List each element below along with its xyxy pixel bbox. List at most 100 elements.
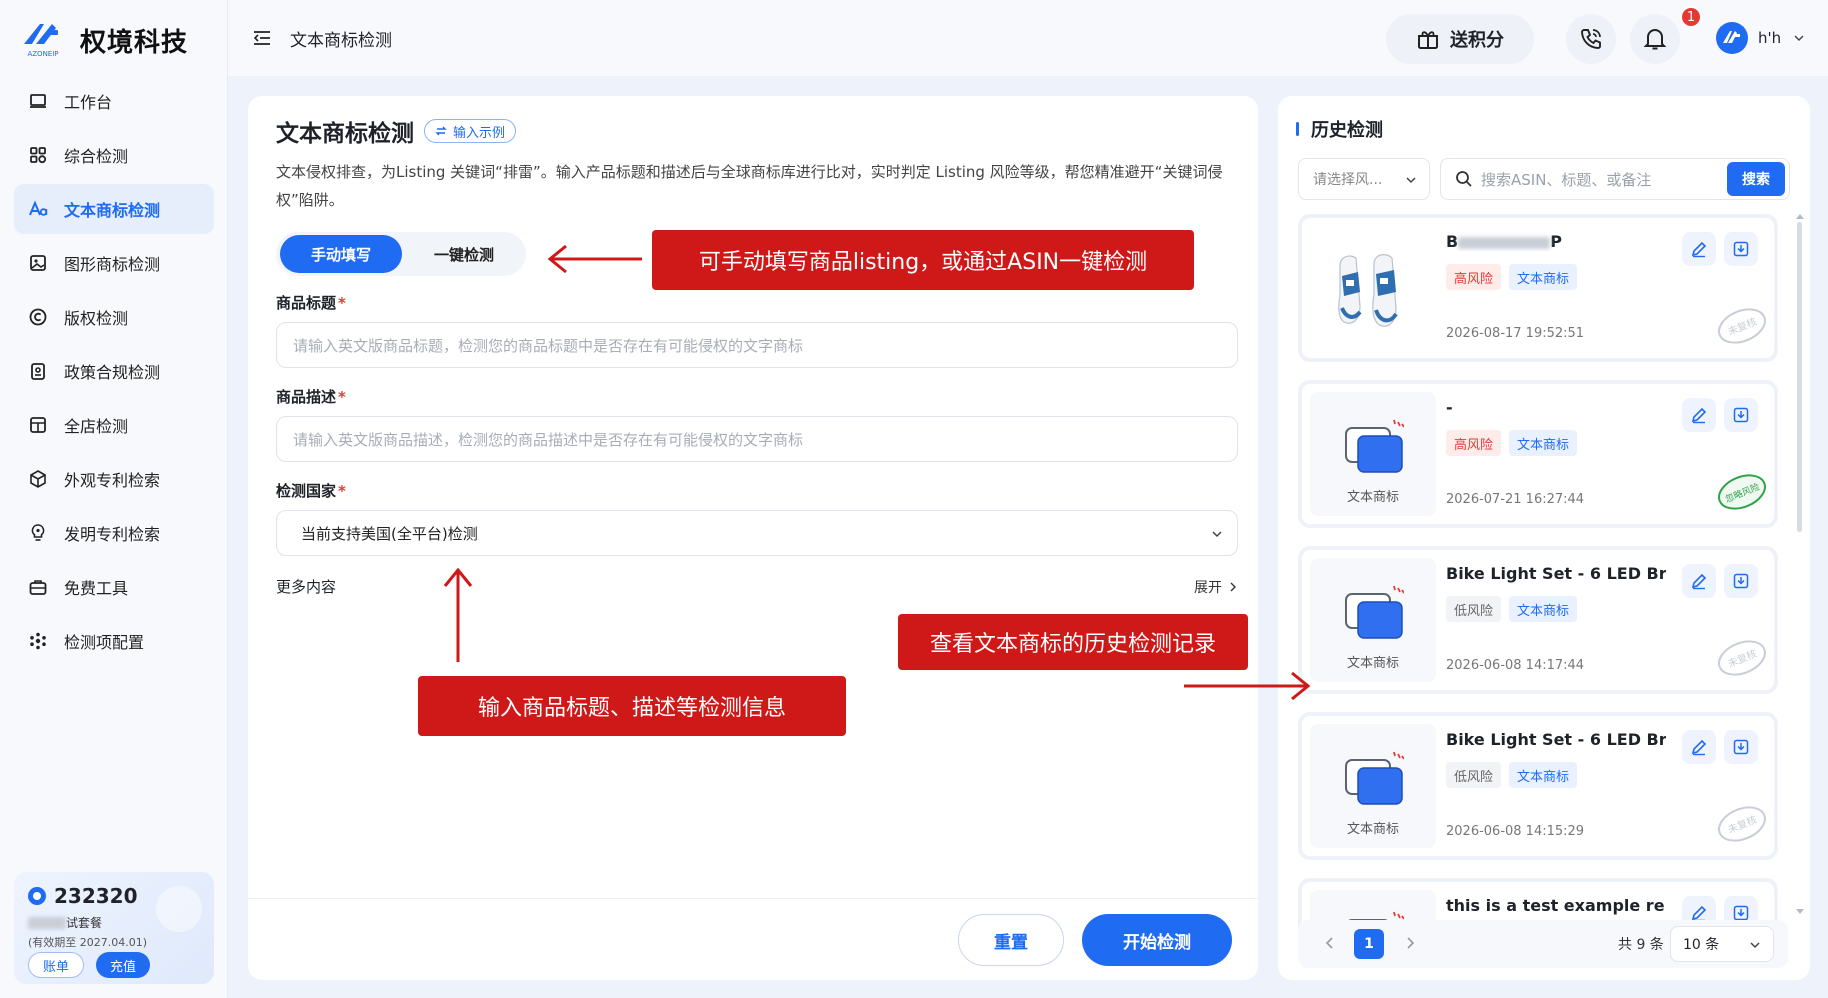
history-card[interactable]: 文本商标 Bike Light Set - 6 LED Bri... 低风险 文… — [1298, 546, 1778, 694]
page-description: 文本侵权排查，为Listing 关键词“排雷”。输入产品标题和描述后与全球商标库… — [276, 163, 1223, 209]
sidebar-item-design-patent[interactable]: 外观专利检索 — [14, 454, 214, 504]
page-size-select[interactable]: 10 条 — [1670, 926, 1774, 962]
scroll-up-arrow[interactable] — [1795, 212, 1805, 220]
sidebar-item-copyright[interactable]: 版权检测 — [14, 292, 214, 342]
azoneip-logo-icon: AZONEIP — [18, 20, 68, 60]
country-select[interactable]: 当前支持美国(全平台)检测 — [276, 510, 1238, 556]
edit-note-button[interactable] — [1682, 398, 1716, 432]
recharge-button[interactable]: 充值 — [96, 952, 151, 978]
edit-note-button[interactable] — [1682, 232, 1716, 266]
start-check-button[interactable]: 开始检测 — [1082, 914, 1232, 966]
search-button[interactable]: 搜索 — [1727, 162, 1785, 196]
expand-button[interactable]: 展开 — [1194, 576, 1238, 597]
required-mark: * — [338, 294, 346, 312]
gift-icon — [1418, 31, 1438, 49]
page-button-current[interactable]: 1 — [1354, 929, 1384, 959]
history-card[interactable]: 文本商标 - 高风险 文本商标 2026-07-21 16:27:44 忽略风险 — [1298, 380, 1778, 528]
download-button[interactable] — [1724, 398, 1758, 432]
tab-manual-input[interactable]: 手动填写 — [280, 235, 402, 273]
history-scrollbar[interactable] — [1797, 222, 1802, 532]
points-card: 232320 试套餐 (有效期至 2027.04.01) 账单 充值 — [14, 872, 214, 984]
text-trademark-thumb-icon — [1345, 419, 1404, 473]
review-status-stamp: 未复核 — [1718, 806, 1766, 842]
edit-note-button[interactable] — [1682, 730, 1716, 764]
type-badge: 文本商标 — [1509, 596, 1578, 622]
sidebar-item-label: 检测项配置 — [64, 633, 145, 652]
menu-fold-icon[interactable] — [252, 28, 272, 48]
risk-level-select[interactable]: 请选择风... — [1298, 158, 1430, 200]
brand-name: 权境科技 — [80, 27, 189, 58]
sidebar-item-store[interactable]: 全店检测 — [14, 400, 214, 450]
image-icon — [28, 253, 48, 273]
cube-icon — [28, 469, 48, 489]
page-title: 文本商标检测 — [276, 121, 414, 147]
chevron-right-icon[interactable] — [1404, 936, 1416, 950]
sidebar-item-label: 外观专利检索 — [64, 471, 161, 490]
bell-icon — [1643, 29, 1667, 50]
sidebar-item-check-config[interactable]: 检测项配置 — [14, 616, 214, 666]
history-panel: 历史检测 请选择风... 搜索ASIN、标题、或备注 搜索 B P 高风险 文本… — [1278, 96, 1810, 980]
record-title: Bike Light Set - 6 LED Bri... — [1446, 564, 1666, 583]
chevron-down-icon — [1212, 531, 1222, 538]
notification-button[interactable] — [1630, 14, 1680, 64]
sidebar-item-label: 全店检测 — [64, 417, 129, 436]
brand-logo[interactable]: AZONEIP 权境科技 — [18, 18, 188, 62]
sidebar-item-label: 综合检测 — [64, 147, 129, 166]
more-content-label: 更多内容 — [276, 578, 337, 596]
country-field-label: 检测国家 * — [276, 482, 346, 500]
copyright-icon — [28, 307, 48, 327]
points-card-decoration — [156, 886, 202, 932]
user-menu[interactable]: h'h — [1716, 22, 1805, 54]
sidebar-item-text-trademark[interactable]: 文本商标检测 — [14, 184, 214, 234]
sidebar-item-workbench[interactable]: 工作台 — [14, 76, 214, 126]
package-expiry: (有效期至 2027.04.01) — [28, 936, 148, 949]
bulb-icon — [28, 523, 48, 543]
type-badge: 文本商标 — [1509, 762, 1578, 788]
type-badge: 文本商标 — [1509, 430, 1578, 456]
points-coin-icon — [28, 887, 46, 905]
text-trademark-form-panel: 文本商标检测 输入示例 文本侵权排查，为Listing 关键词“排雷”。输入产品… — [248, 96, 1258, 980]
product-description-input[interactable]: 请输入英文版商品描述，检测您的商品描述中是否存在有可能侵权的文字商标 — [276, 416, 1238, 462]
required-mark: * — [338, 482, 346, 500]
history-card[interactable]: BP 高风险 文本商标 2026-08-17 19:52:51 未复核 — [1298, 214, 1778, 362]
sidebar-item-comprehensive[interactable]: 综合检测 — [14, 130, 214, 180]
text-trademark-thumb-icon — [1345, 751, 1404, 805]
product-title-input[interactable]: 请输入英文版商品标题，检测您的商品标题中是否存在有可能侵权的文字商标 — [276, 322, 1238, 368]
record-title: BP — [1446, 232, 1562, 251]
download-button[interactable] — [1724, 564, 1758, 598]
gift-points-button[interactable]: 送积分 — [1386, 14, 1534, 64]
chevron-left-icon[interactable] — [1324, 936, 1336, 950]
history-title: 历史检测 — [1296, 116, 1383, 142]
bill-button[interactable]: 账单 — [28, 952, 85, 978]
risk-badge: 低风险 — [1446, 596, 1502, 622]
edit-note-button[interactable] — [1682, 564, 1716, 598]
sidebar-item-label: 工作台 — [64, 93, 113, 112]
type-badge: 文本商标 — [1509, 264, 1578, 290]
sidebar-item-invention-patent[interactable]: 发明专利检索 — [14, 508, 214, 558]
footer-divider — [248, 898, 1258, 899]
avatar — [1716, 22, 1748, 54]
download-button[interactable] — [1724, 232, 1758, 266]
reset-button[interactable]: 重置 — [958, 914, 1064, 966]
tab-one-click-check[interactable]: 一键检测 — [404, 232, 524, 276]
history-card[interactable]: 文本商标 Bike Light Set - 6 LED Bri... 低风险 文… — [1298, 712, 1778, 860]
annotation-mode-tip: 可手动填写商品listing，或通过ASIN一键检测 — [652, 230, 1194, 290]
record-title-redacted — [1458, 236, 1551, 249]
sidebar-item-policy[interactable]: 政策合规检测 — [14, 346, 214, 396]
grid-icon — [28, 145, 48, 165]
sidebar: AZONEIP 权境科技 工作台 综合检测 文本商标检测 图形商标检测 版权检测… — [0, 0, 228, 998]
contact-phone-button[interactable] — [1566, 14, 1616, 64]
search-input[interactable]: 搜索ASIN、标题、或备注 — [1481, 169, 1727, 190]
scroll-down-arrow[interactable] — [1795, 908, 1805, 916]
annotation-history-tip: 查看文本商标的历史检测记录 — [898, 614, 1248, 670]
record-time: 2026-07-21 16:27:44 — [1446, 492, 1585, 507]
download-button[interactable] — [1724, 730, 1758, 764]
record-title: - — [1446, 398, 1453, 417]
thumb-label: 文本商标 — [1346, 822, 1399, 837]
svg-text:未复核: 未复核 — [1726, 813, 1759, 836]
history-search: 搜索ASIN、标题、或备注 搜索 — [1440, 158, 1790, 200]
input-example-button[interactable]: 输入示例 — [424, 119, 517, 143]
sidebar-item-image-trademark[interactable]: 图形商标检测 — [14, 238, 214, 288]
top-header: 文本商标检测 送积分 1 h'h — [228, 0, 1828, 76]
sidebar-item-free-tools[interactable]: 免费工具 — [14, 562, 214, 612]
